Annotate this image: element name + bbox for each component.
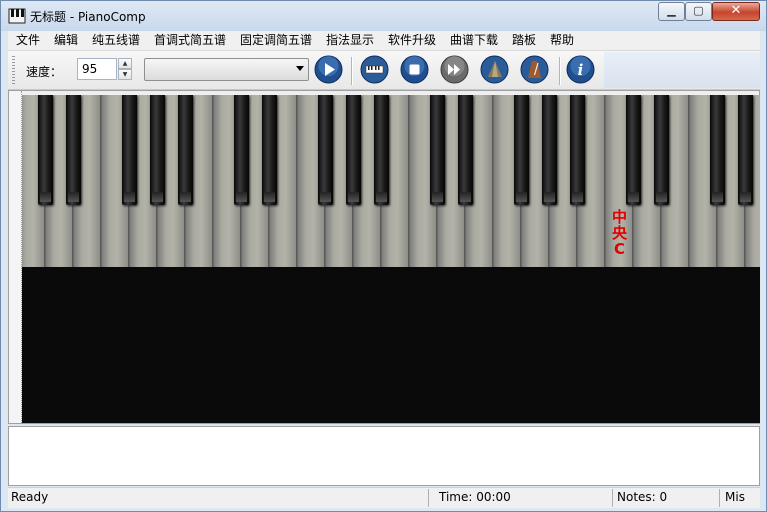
piano-left-margin — [9, 91, 22, 423]
black-key[interactable] — [318, 95, 333, 205]
status-ready: Ready — [11, 490, 49, 504]
menu-bar: 文件 编辑 纯五线谱 首调式简五谱 固定调简五谱 指法显示 软件升级 曲谱下载 … — [8, 31, 760, 51]
note-roll-area — [22, 267, 760, 423]
toolbar-separator — [559, 57, 560, 85]
info-icon: i — [566, 55, 595, 84]
black-key[interactable] — [738, 95, 753, 205]
metronome-icon — [520, 55, 549, 84]
black-key[interactable] — [374, 95, 389, 205]
status-notes: Notes: 0 — [617, 490, 668, 504]
piano-keyboard[interactable]: 中 央 C — [22, 95, 760, 267]
chevron-down-icon — [296, 66, 304, 71]
black-key[interactable] — [122, 95, 137, 205]
menu-help[interactable]: 帮助 — [550, 33, 574, 48]
speed-down-button[interactable]: ▼ — [118, 69, 132, 80]
status-separator — [428, 489, 429, 507]
black-key[interactable] — [542, 95, 557, 205]
black-key[interactable] — [234, 95, 249, 205]
window-title: 无标题 - PianoComp — [30, 10, 146, 24]
menu-movable-do[interactable]: 首调式简五谱 — [154, 33, 226, 48]
app-icon — [8, 7, 26, 25]
status-bar: Ready Time: 00:00 Notes: 0 Mis — [8, 487, 760, 508]
black-key[interactable] — [626, 95, 641, 205]
toolbar-separator — [351, 57, 352, 85]
middle-c-label: 中 央 C — [606, 209, 633, 257]
black-key[interactable] — [458, 95, 473, 205]
toolbar: 速度： 95 ▲ ▼ i — [8, 51, 760, 90]
keyboard-button[interactable] — [360, 55, 389, 84]
menu-fingering[interactable]: 指法显示 — [326, 33, 374, 48]
play-icon — [314, 55, 343, 84]
black-key[interactable] — [346, 95, 361, 205]
menu-upgrade[interactable]: 软件升级 — [388, 33, 436, 48]
menu-download[interactable]: 曲谱下载 — [450, 33, 498, 48]
app-window: 无标题 - PianoComp ▁ ▢ ✕ 文件 编辑 纯五线谱 首调式简五谱 … — [0, 0, 767, 512]
menu-edit[interactable]: 编辑 — [54, 33, 78, 48]
black-key[interactable] — [262, 95, 277, 205]
fast-forward-button[interactable] — [440, 55, 469, 84]
black-key[interactable] — [38, 95, 53, 205]
fast-forward-icon — [440, 55, 469, 84]
song-select[interactable] — [144, 58, 309, 81]
cone-icon — [480, 55, 509, 84]
middle-c-char-3: C — [613, 240, 625, 258]
metronome-button[interactable] — [520, 55, 549, 84]
toolbar-grip[interactable] — [12, 56, 15, 84]
svg-text:i: i — [578, 61, 584, 79]
close-button[interactable]: ✕ — [712, 2, 760, 21]
play-button[interactable] — [314, 55, 343, 84]
middle-c-char-2: 央 — [611, 224, 627, 242]
black-key[interactable] — [66, 95, 81, 205]
black-key[interactable] — [710, 95, 725, 205]
title-bar[interactable]: 无标题 - PianoComp ▁ ▢ ✕ — [1, 1, 766, 31]
speed-label: 速度： — [26, 65, 63, 79]
middle-c-char-1: 中 — [611, 208, 627, 226]
toolbar-empty-area — [604, 52, 760, 88]
black-key[interactable] — [654, 95, 669, 205]
black-key[interactable] — [178, 95, 193, 205]
menu-file[interactable]: 文件 — [16, 33, 40, 48]
black-key[interactable] — [430, 95, 445, 205]
status-separator — [719, 489, 720, 507]
stop-button[interactable] — [400, 55, 429, 84]
cone-button[interactable] — [480, 55, 509, 84]
status-misc: Mis — [725, 490, 745, 504]
piano-panel: 中 央 C — [8, 90, 760, 424]
maximize-button[interactable]: ▢ — [685, 2, 712, 21]
status-time: Time: 00:00 — [439, 490, 511, 504]
stop-icon — [400, 55, 429, 84]
menu-fixed-do[interactable]: 固定调简五谱 — [240, 33, 312, 48]
speed-up-button[interactable]: ▲ — [118, 58, 132, 69]
keyboard-icon — [360, 55, 389, 84]
speed-input[interactable]: 95 — [77, 58, 117, 80]
lyrics-text-area[interactable] — [8, 426, 760, 486]
black-key[interactable] — [514, 95, 529, 205]
minimize-button[interactable]: ▁ — [658, 2, 685, 21]
menu-pedal[interactable]: 踏板 — [512, 33, 536, 48]
menu-staff[interactable]: 纯五线谱 — [92, 33, 140, 48]
black-key[interactable] — [150, 95, 165, 205]
info-button[interactable]: i — [566, 55, 595, 84]
black-key[interactable] — [570, 95, 585, 205]
status-separator — [612, 489, 613, 507]
